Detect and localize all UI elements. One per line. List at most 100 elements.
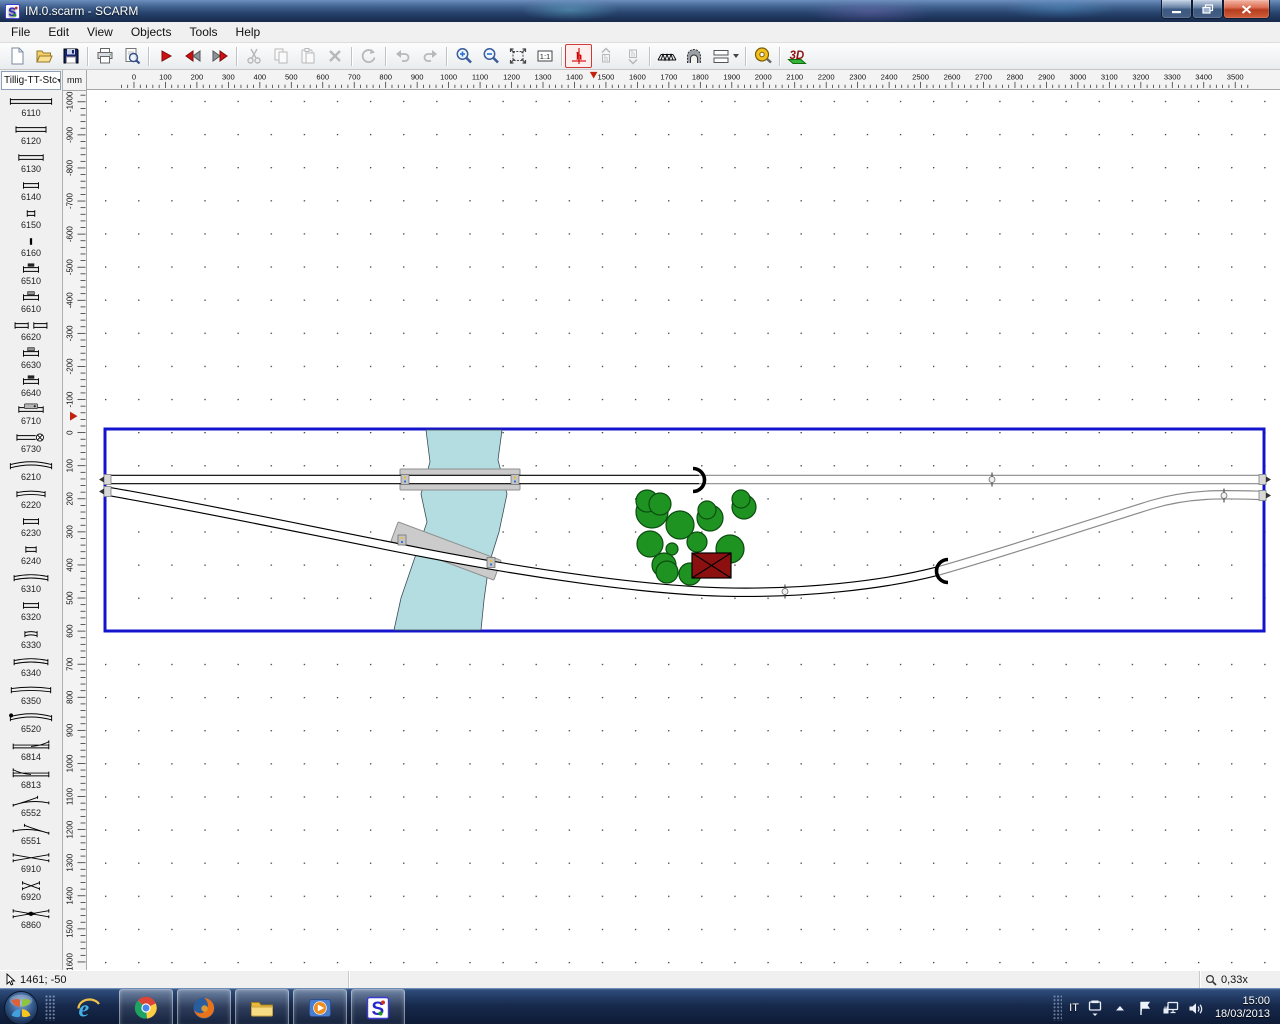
- part-6510[interactable]: 6510: [0, 260, 62, 288]
- language-bar-icon[interactable]: [1086, 999, 1104, 1017]
- part-6240[interactable]: 6240: [0, 540, 62, 568]
- network-icon[interactable]: [1161, 999, 1179, 1017]
- part-6551[interactable]: 6551: [0, 820, 62, 848]
- chrome-icon[interactable]: [119, 989, 173, 1024]
- svg-text:1300: 1300: [535, 73, 552, 82]
- part-6552[interactable]: 6552: [0, 792, 62, 820]
- baseboard-icon[interactable]: [707, 44, 742, 68]
- part-number: 6320: [21, 613, 41, 622]
- bridge-icon[interactable]: [653, 44, 680, 68]
- part-6330[interactable]: 6330: [0, 624, 62, 652]
- part-6130[interactable]: 6130: [0, 148, 62, 176]
- part-6620[interactable]: 6620: [0, 316, 62, 344]
- part-6160[interactable]: 6160: [0, 232, 62, 260]
- part-6310[interactable]: 6310: [0, 568, 62, 596]
- part-6630[interactable]: 6630: [0, 344, 62, 372]
- menu-edit[interactable]: Edit: [39, 23, 78, 41]
- svg-text:2200: 2200: [818, 73, 835, 82]
- svg-text:500: 500: [285, 73, 298, 82]
- view-3d-icon[interactable]: 3D: [783, 44, 810, 68]
- part-6140[interactable]: 6140: [0, 176, 62, 204]
- tree[interactable]: [637, 531, 663, 557]
- explorer-icon[interactable]: [235, 989, 289, 1024]
- clock-date: 18/03/2013: [1215, 1008, 1270, 1021]
- tree[interactable]: [656, 561, 678, 583]
- part-6110[interactable]: 6110: [0, 92, 62, 120]
- part-6920[interactable]: 6920: [0, 876, 62, 904]
- tree[interactable]: [649, 493, 671, 515]
- next-part-icon[interactable]: [206, 44, 233, 68]
- library-selector[interactable]: Tillig-TT-Stc: [1, 71, 61, 90]
- print-icon[interactable]: [91, 44, 118, 68]
- tree[interactable]: [698, 501, 716, 519]
- close-button[interactable]: [1223, 0, 1270, 19]
- heights-icon[interactable]: h: [565, 44, 592, 68]
- internet-explorer-icon[interactable]: e: [61, 989, 115, 1024]
- straight-xl-icon: [7, 94, 55, 109]
- svg-text:200: 200: [66, 492, 75, 506]
- hidden-icons-arrow[interactable]: [1111, 999, 1129, 1017]
- part-6910[interactable]: 6910: [0, 848, 62, 876]
- print-preview-icon[interactable]: [118, 44, 145, 68]
- select-start-icon[interactable]: [152, 44, 179, 68]
- menu-view[interactable]: View: [78, 23, 122, 41]
- action-center-flag-icon[interactable]: [1136, 999, 1154, 1017]
- new-file-icon[interactable]: [3, 44, 30, 68]
- horizontal-ruler: 0100200300400500600700800900100011001200…: [87, 70, 1280, 90]
- taskbar-clock[interactable]: 15:00 18/03/2013: [1215, 995, 1270, 1021]
- part-6710[interactable]: 6710: [0, 400, 62, 428]
- system-tray: IT 15:00 18/03/2013: [1053, 995, 1280, 1021]
- svg-text:1100: 1100: [472, 73, 488, 82]
- svg-text:100: 100: [66, 458, 75, 472]
- language-indicator[interactable]: IT: [1069, 1002, 1079, 1014]
- part-6210[interactable]: 6210: [0, 456, 62, 484]
- zoom-actual-icon[interactable]: 1:1: [531, 44, 558, 68]
- part-6520[interactable]: 6520: [0, 708, 62, 736]
- part-6340[interactable]: 6340: [0, 652, 62, 680]
- dropdown-caret-icon[interactable]: [733, 54, 739, 58]
- part-6610[interactable]: 6610: [0, 288, 62, 316]
- save-icon[interactable]: [57, 44, 84, 68]
- tunnel-icon[interactable]: [680, 44, 707, 68]
- zoom-in-icon[interactable]: [450, 44, 477, 68]
- bridge-connector: [487, 558, 495, 568]
- part-6860[interactable]: 6860: [0, 904, 62, 932]
- firefox-icon[interactable]: [177, 989, 231, 1024]
- start-button[interactable]: [0, 988, 42, 1024]
- menu-objects[interactable]: Objects: [122, 23, 181, 41]
- drawing-area[interactable]: [87, 90, 1280, 970]
- volume-icon[interactable]: [1186, 999, 1204, 1017]
- rotate-icon: [355, 44, 382, 68]
- part-6220[interactable]: 6220: [0, 484, 62, 512]
- restore-button[interactable]: [1192, 0, 1223, 19]
- tree[interactable]: [732, 490, 750, 508]
- media-player-icon[interactable]: [293, 989, 347, 1024]
- tree[interactable]: [687, 532, 707, 552]
- prev-part-icon[interactable]: [179, 44, 206, 68]
- svg-text:-400: -400: [66, 292, 75, 309]
- part-6640[interactable]: 6640: [0, 372, 62, 400]
- menu-tools[interactable]: Tools: [181, 23, 227, 41]
- part-6230[interactable]: 6230: [0, 512, 62, 540]
- part-6150[interactable]: 6150: [0, 204, 62, 232]
- part-6320[interactable]: 6320: [0, 596, 62, 624]
- open-file-icon[interactable]: [30, 44, 57, 68]
- part-6350[interactable]: 6350: [0, 680, 62, 708]
- zoom-extents-icon[interactable]: [504, 44, 531, 68]
- menubar: FileEditViewObjectsToolsHelp: [0, 22, 1280, 43]
- part-number: 6220: [21, 501, 41, 510]
- svg-text:600: 600: [66, 624, 75, 638]
- track-plan[interactable]: [87, 90, 1280, 970]
- measure-icon[interactable]: [749, 44, 776, 68]
- minimize-button[interactable]: [1161, 0, 1192, 19]
- menu-file[interactable]: File: [2, 23, 39, 41]
- track-library-sidebar: Tillig-TT-Stc 61106120613061406150616065…: [0, 70, 63, 970]
- part-6813[interactable]: 6813: [0, 764, 62, 792]
- part-6814[interactable]: 6814: [0, 736, 62, 764]
- part-6730[interactable]: 6730: [0, 428, 62, 456]
- scarm-taskbar-icon[interactable]: S: [351, 989, 405, 1024]
- zoom-out-icon[interactable]: [477, 44, 504, 68]
- menu-help[interactable]: Help: [227, 23, 270, 41]
- part-6120[interactable]: 6120: [0, 120, 62, 148]
- svg-text:1200: 1200: [66, 820, 75, 838]
